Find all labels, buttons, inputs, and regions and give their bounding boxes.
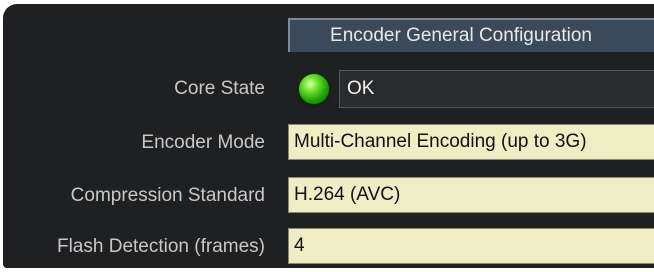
core-state-value: OK bbox=[339, 70, 654, 108]
flash-detection-label: Flash Detection (frames) bbox=[56, 236, 265, 257]
encoder-mode-label: Encoder Mode bbox=[141, 132, 265, 153]
compression-standard-field[interactable]: H.264 (AVC) bbox=[288, 177, 654, 213]
status-led-icon bbox=[299, 74, 329, 104]
core-state-label: Core State bbox=[174, 78, 265, 99]
flash-detection-field[interactable]: 4 bbox=[288, 228, 654, 264]
compression-standard-label: Compression Standard bbox=[70, 185, 265, 206]
section-header: Encoder General Configuration bbox=[288, 18, 654, 52]
encoder-mode-field[interactable]: Multi-Channel Encoding (up to 3G) bbox=[288, 124, 654, 160]
encoder-config-panel: Encoder General Configuration Core State… bbox=[3, 4, 654, 268]
